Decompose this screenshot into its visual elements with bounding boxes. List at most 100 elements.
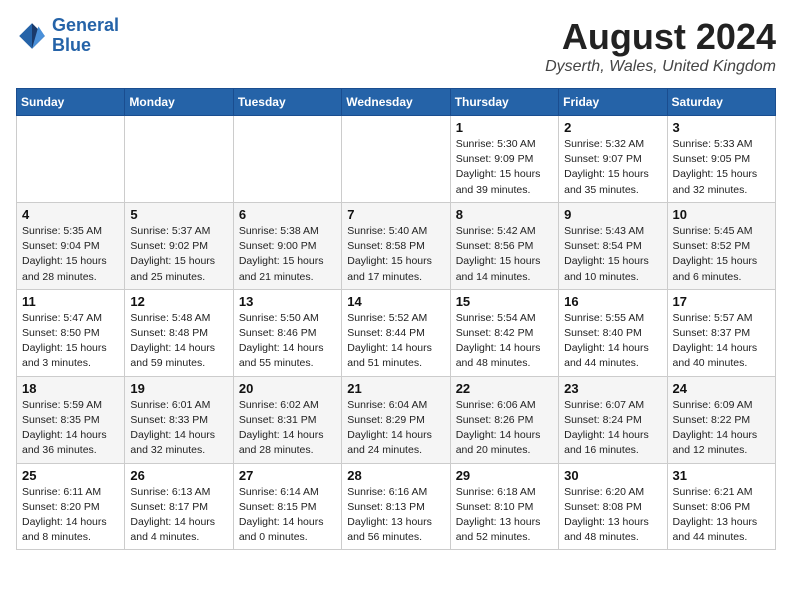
day-cell: 20Sunrise: 6:02 AMSunset: 8:31 PMDayligh… bbox=[233, 376, 341, 463]
day-info: Sunrise: 6:20 AMSunset: 8:08 PMDaylight:… bbox=[564, 485, 661, 546]
day-cell: 22Sunrise: 6:06 AMSunset: 8:26 PMDayligh… bbox=[450, 376, 558, 463]
week-row-2: 4Sunrise: 5:35 AMSunset: 9:04 PMDaylight… bbox=[17, 202, 776, 289]
week-row-1: 1Sunrise: 5:30 AMSunset: 9:09 PMDaylight… bbox=[17, 116, 776, 203]
day-cell: 21 Sunrise: 6:04 AMSunset: 8:29 PMDayligh… bbox=[342, 376, 450, 463]
day-number: 12 bbox=[130, 294, 227, 309]
day-cell: 19 Sunrise: 6:01 AMSunset: 8:33 PMDayligh… bbox=[125, 376, 233, 463]
day-info: Sunrise: 5:50 AMSunset: 8:46 PMDaylight:… bbox=[239, 311, 336, 372]
day-cell bbox=[17, 116, 125, 203]
day-cell: 9 Sunrise: 5:43 AMSunset: 8:54 PMDaylight… bbox=[559, 202, 667, 289]
day-info: Sunrise: 6:01 AMSunset: 8:33 PMDaylight:… bbox=[130, 398, 227, 459]
day-number: 6 bbox=[239, 207, 336, 222]
day-cell: 4Sunrise: 5:35 AMSunset: 9:04 PMDaylight… bbox=[17, 202, 125, 289]
week-row-5: 25Sunrise: 6:11 AMSunset: 8:20 PMDayligh… bbox=[17, 463, 776, 550]
day-cell bbox=[233, 116, 341, 203]
day-number: 5 bbox=[130, 207, 227, 222]
logo-line1: General bbox=[52, 15, 119, 35]
day-info: Sunrise: 5:52 AMSunset: 8:44 PMDaylight:… bbox=[347, 311, 444, 372]
day-cell: 30 Sunrise: 6:20 AMSunset: 8:08 PMDayligh… bbox=[559, 463, 667, 550]
day-header-saturday: Saturday bbox=[667, 89, 775, 116]
day-info: Sunrise: 5:47 AMSunset: 8:50 PMDaylight:… bbox=[22, 311, 119, 372]
day-info: Sunrise: 6:04 AMSunset: 8:29 PMDaylight:… bbox=[347, 398, 444, 459]
day-info: Sunrise: 5:48 AMSunset: 8:48 PMDaylight:… bbox=[130, 311, 227, 372]
day-number: 2 bbox=[564, 120, 661, 135]
day-number: 26 bbox=[130, 468, 227, 483]
day-header-wednesday: Wednesday bbox=[342, 89, 450, 116]
calendar: SundayMondayTuesdayWednesdayThursdayFrid… bbox=[16, 88, 776, 550]
day-cell: 14 Sunrise: 5:52 AMSunset: 8:44 PMDayligh… bbox=[342, 289, 450, 376]
day-cell: 17 Sunrise: 5:57 AMSunset: 8:37 PMDayligh… bbox=[667, 289, 775, 376]
day-number: 22 bbox=[456, 381, 553, 396]
day-cell: 26 Sunrise: 6:13 AMSunset: 8:17 PMDayligh… bbox=[125, 463, 233, 550]
day-number: 27 bbox=[239, 468, 336, 483]
day-info: Sunrise: 5:30 AMSunset: 9:09 PMDaylight:… bbox=[456, 137, 553, 198]
day-number: 23 bbox=[564, 381, 661, 396]
day-cell: 29Sunrise: 6:18 AMSunset: 8:10 PMDayligh… bbox=[450, 463, 558, 550]
logo-text: General Blue bbox=[52, 16, 119, 56]
day-header-thursday: Thursday bbox=[450, 89, 558, 116]
day-info: Sunrise: 6:14 AMSunset: 8:15 PMDaylight:… bbox=[239, 485, 336, 546]
day-info: Sunrise: 6:16 AMSunset: 8:13 PMDaylight:… bbox=[347, 485, 444, 546]
day-info: Sunrise: 5:35 AMSunset: 9:04 PMDaylight:… bbox=[22, 224, 119, 285]
day-number: 14 bbox=[347, 294, 444, 309]
day-cell: 10 Sunrise: 5:45 AMSunset: 8:52 PMDayligh… bbox=[667, 202, 775, 289]
month-title: August 2024 bbox=[545, 16, 776, 58]
title-block: August 2024 Dyserth, Wales, United Kingd… bbox=[545, 16, 776, 76]
day-cell: 12 Sunrise: 5:48 AMSunset: 8:48 PMDayligh… bbox=[125, 289, 233, 376]
location: Dyserth, Wales, United Kingdom bbox=[545, 58, 776, 76]
day-cell: 6 Sunrise: 5:38 AMSunset: 9:00 PMDaylight… bbox=[233, 202, 341, 289]
day-cell: 28 Sunrise: 6:16 AMSunset: 8:13 PMDayligh… bbox=[342, 463, 450, 550]
day-info: Sunrise: 5:37 AMSunset: 9:02 PMDaylight:… bbox=[130, 224, 227, 285]
day-info: Sunrise: 6:21 AMSunset: 8:06 PMDaylight:… bbox=[673, 485, 770, 546]
day-cell: 8Sunrise: 5:42 AMSunset: 8:56 PMDaylight… bbox=[450, 202, 558, 289]
day-number: 3 bbox=[673, 120, 770, 135]
day-cell: 27 Sunrise: 6:14 AMSunset: 8:15 PMDayligh… bbox=[233, 463, 341, 550]
day-number: 17 bbox=[673, 294, 770, 309]
day-info: Sunrise: 6:07 AMSunset: 8:24 PMDaylight:… bbox=[564, 398, 661, 459]
day-header-sunday: Sunday bbox=[17, 89, 125, 116]
day-info: Sunrise: 5:55 AMSunset: 8:40 PMDaylight:… bbox=[564, 311, 661, 372]
day-info: Sunrise: 6:13 AMSunset: 8:17 PMDaylight:… bbox=[130, 485, 227, 546]
day-number: 10 bbox=[673, 207, 770, 222]
day-cell bbox=[125, 116, 233, 203]
day-info: Sunrise: 5:42 AMSunset: 8:56 PMDaylight:… bbox=[456, 224, 553, 285]
week-row-4: 18 Sunrise: 5:59 AMSunset: 8:35 PMDayligh… bbox=[17, 376, 776, 463]
day-info: Sunrise: 5:59 AMSunset: 8:35 PMDaylight:… bbox=[22, 398, 119, 459]
day-cell: 23 Sunrise: 6:07 AMSunset: 8:24 PMDayligh… bbox=[559, 376, 667, 463]
day-cell: 31 Sunrise: 6:21 AMSunset: 8:06 PMDayligh… bbox=[667, 463, 775, 550]
day-number: 31 bbox=[673, 468, 770, 483]
day-info: Sunrise: 6:18 AMSunset: 8:10 PMDaylight:… bbox=[456, 485, 553, 546]
day-number: 11 bbox=[22, 294, 119, 309]
day-cell: 7 Sunrise: 5:40 AMSunset: 8:58 PMDaylight… bbox=[342, 202, 450, 289]
day-cell: 5 Sunrise: 5:37 AMSunset: 9:02 PMDaylight… bbox=[125, 202, 233, 289]
day-cell: 11 Sunrise: 5:47 AMSunset: 8:50 PMDayligh… bbox=[17, 289, 125, 376]
day-info: Sunrise: 5:32 AMSunset: 9:07 PMDaylight:… bbox=[564, 137, 661, 198]
week-row-3: 11 Sunrise: 5:47 AMSunset: 8:50 PMDayligh… bbox=[17, 289, 776, 376]
day-info: Sunrise: 5:38 AMSunset: 9:00 PMDaylight:… bbox=[239, 224, 336, 285]
day-info: Sunrise: 5:40 AMSunset: 8:58 PMDaylight:… bbox=[347, 224, 444, 285]
day-header-friday: Friday bbox=[559, 89, 667, 116]
day-cell: 2 Sunrise: 5:32 AMSunset: 9:07 PMDaylight… bbox=[559, 116, 667, 203]
day-number: 30 bbox=[564, 468, 661, 483]
day-header-tuesday: Tuesday bbox=[233, 89, 341, 116]
day-number: 13 bbox=[239, 294, 336, 309]
day-info: Sunrise: 5:43 AMSunset: 8:54 PMDaylight:… bbox=[564, 224, 661, 285]
day-header-monday: Monday bbox=[125, 89, 233, 116]
day-info: Sunrise: 5:57 AMSunset: 8:37 PMDaylight:… bbox=[673, 311, 770, 372]
day-number: 9 bbox=[564, 207, 661, 222]
day-number: 28 bbox=[347, 468, 444, 483]
day-cell: 1Sunrise: 5:30 AMSunset: 9:09 PMDaylight… bbox=[450, 116, 558, 203]
page-header: General Blue August 2024 Dyserth, Wales,… bbox=[16, 16, 776, 76]
day-cell: 13 Sunrise: 5:50 AMSunset: 8:46 PMDayligh… bbox=[233, 289, 341, 376]
calendar-header-row: SundayMondayTuesdayWednesdayThursdayFrid… bbox=[17, 89, 776, 116]
day-cell: 18 Sunrise: 5:59 AMSunset: 8:35 PMDayligh… bbox=[17, 376, 125, 463]
day-number: 25 bbox=[22, 468, 119, 483]
day-info: Sunrise: 5:45 AMSunset: 8:52 PMDaylight:… bbox=[673, 224, 770, 285]
day-number: 21 bbox=[347, 381, 444, 396]
logo-icon bbox=[16, 20, 48, 52]
day-number: 20 bbox=[239, 381, 336, 396]
day-cell: 3Sunrise: 5:33 AMSunset: 9:05 PMDaylight… bbox=[667, 116, 775, 203]
day-number: 7 bbox=[347, 207, 444, 222]
day-number: 18 bbox=[22, 381, 119, 396]
day-number: 19 bbox=[130, 381, 227, 396]
